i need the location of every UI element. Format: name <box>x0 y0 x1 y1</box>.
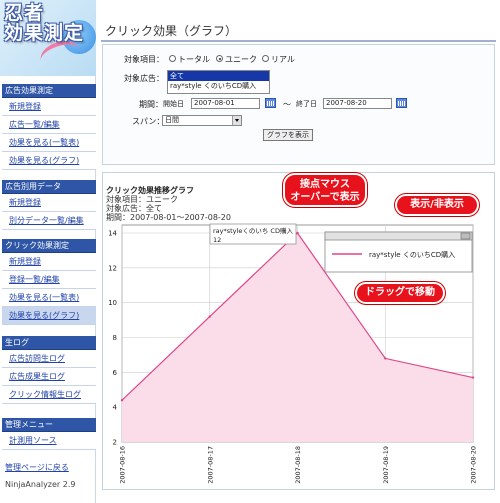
sidebar-item-source[interactable]: 計測用ソース <box>2 432 96 450</box>
ad-option-cd[interactable]: ray*style くのいちCD購入 <box>168 81 269 91</box>
target-item-label: 対象項目： <box>124 55 164 64</box>
span-label: スパン： <box>132 117 165 126</box>
nav-section-ad-effect: 広告効果測定 新規登録 広告一覧/編集 効果を見る(一覧表) 効果を見る(グラフ… <box>2 84 96 170</box>
end-date-label: 終了日 <box>296 100 317 108</box>
target-ad-label: 対象広告： <box>124 74 164 83</box>
end-date-input[interactable]: 2007-08-20 <box>323 98 392 109</box>
calendar-icon[interactable] <box>396 98 407 108</box>
sidebar-item-new[interactable]: 新規登録 <box>2 194 96 212</box>
sidebar-item-new[interactable]: 新規登録 <box>2 98 96 116</box>
nav-section-title: 生ログ <box>2 336 96 350</box>
radio-total-label: トータル <box>178 55 210 64</box>
title-divider <box>101 40 496 42</box>
callout-drag: ドラッグで移動 <box>355 282 445 304</box>
nav-section-title: 管理メニュー <box>2 418 96 432</box>
sidebar-item-ad-list[interactable]: 広告一覧/編集 <box>2 116 96 134</box>
nav-section-admin: 管理メニュー 計測用ソース <box>2 418 96 450</box>
nav-section-title: 広告効果測定 <box>2 84 96 98</box>
page-title: クリック効果（グラフ） <box>105 24 238 38</box>
radio-real[interactable] <box>262 55 269 62</box>
start-date-label: 開始日 <box>163 100 184 108</box>
sidebar-item-new[interactable]: 新規登録 <box>2 253 96 271</box>
period-label: 期間： <box>139 100 163 109</box>
sidebar-item-result-log[interactable]: 広告成果生ログ <box>2 368 96 386</box>
graph-heading: クリック効果推移グラフ <box>106 186 194 195</box>
radio-unique-label: ユニーク <box>225 55 257 64</box>
sidebar-item-effect-graph[interactable]: 効果を見る(グラフ) <box>2 307 96 325</box>
nav-section-ad-data: 広告別用データ 新規登録 別分データ一覧/編集 <box>2 180 96 230</box>
calendar-icon[interactable] <box>265 98 276 108</box>
sidebar-item-visit-log[interactable]: 広告訪問生ログ <box>2 350 96 368</box>
nav-section-click-effect: クリック効果測定 新規登録 登録一覧/編集 効果を見る(一覧表) 効果を見る(グ… <box>2 239 96 325</box>
sidebar-item-data-list[interactable]: 別分データ一覧/編集 <box>2 212 96 230</box>
sidebar-item-registered-list[interactable]: 登録一覧/編集 <box>2 271 96 289</box>
filter-form: 対象項目： トータル ユニーク リアル 対象広告： 全て ray*style く… <box>102 44 495 165</box>
sidebar: 忍者 効果測定 広告効果測定 新規登録 広告一覧/編集 効果を見る(一覧表) 効… <box>0 0 96 503</box>
nav-section-title: クリック効果測定 <box>2 239 96 253</box>
radio-unique[interactable] <box>216 55 223 62</box>
radio-total[interactable] <box>169 55 176 62</box>
logo-text-line1: 忍者 <box>4 2 45 24</box>
graph-target-item: 対象項目：ユニーク <box>106 195 178 204</box>
app-version: NinjaAnalyzer 2.9 <box>5 480 76 489</box>
callout-hover-line2: オーバーで表示 <box>290 192 360 203</box>
nav-section-raw-log: 生ログ 広告訪問生ログ 広告成果生ログ クリック情報生ログ <box>2 336 96 404</box>
logo-text-line2: 効果測定 <box>4 22 85 44</box>
callout-toggle: 表示/非表示 <box>395 194 479 216</box>
app-logo: 忍者 効果測定 <box>0 0 96 76</box>
ad-option-all[interactable]: 全て <box>168 71 269 81</box>
target-ad-listbox[interactable]: 全て ray*style くのいちCD購入 <box>167 70 270 94</box>
sidebar-item-effect-graph[interactable]: 効果を見る(グラフ) <box>2 152 96 170</box>
graph-period: 期間：2007-08-01〜2007-08-20 <box>106 213 231 222</box>
radio-real-label: リアル <box>271 55 295 64</box>
show-graph-button[interactable]: グラフを表示 <box>263 129 313 141</box>
span-select-value: 日間 <box>165 116 179 124</box>
callout-hover: 接点マウス オーバーで表示 <box>283 173 367 207</box>
back-to-admin-link[interactable]: 管理ページに戻る <box>5 462 69 473</box>
graph-panel: クリック効果推移グラフ 対象項目：ユニーク 対象広告：全て 期間：2007-08… <box>102 172 495 490</box>
range-separator: 〜 <box>283 100 291 109</box>
sidebar-item-effect-table[interactable]: 効果を見る(一覧表) <box>2 289 96 307</box>
chevron-down-icon[interactable] <box>232 116 241 125</box>
span-select[interactable]: 日間 <box>162 115 242 126</box>
nav-section-title: 広告別用データ <box>2 180 96 194</box>
main-content: クリック効果（グラフ） 対象項目： トータル ユニーク リアル 対象広告： 全て… <box>97 0 500 503</box>
start-date-input[interactable]: 2007-08-01 <box>191 98 260 109</box>
sidebar-item-effect-table[interactable]: 効果を見る(一覧表) <box>2 134 96 152</box>
sidebar-item-click-log[interactable]: クリック情報生ログ <box>2 386 96 404</box>
callout-hover-line1: 接点マウス <box>300 179 350 190</box>
graph-target-ad: 対象広告：全て <box>106 204 162 213</box>
